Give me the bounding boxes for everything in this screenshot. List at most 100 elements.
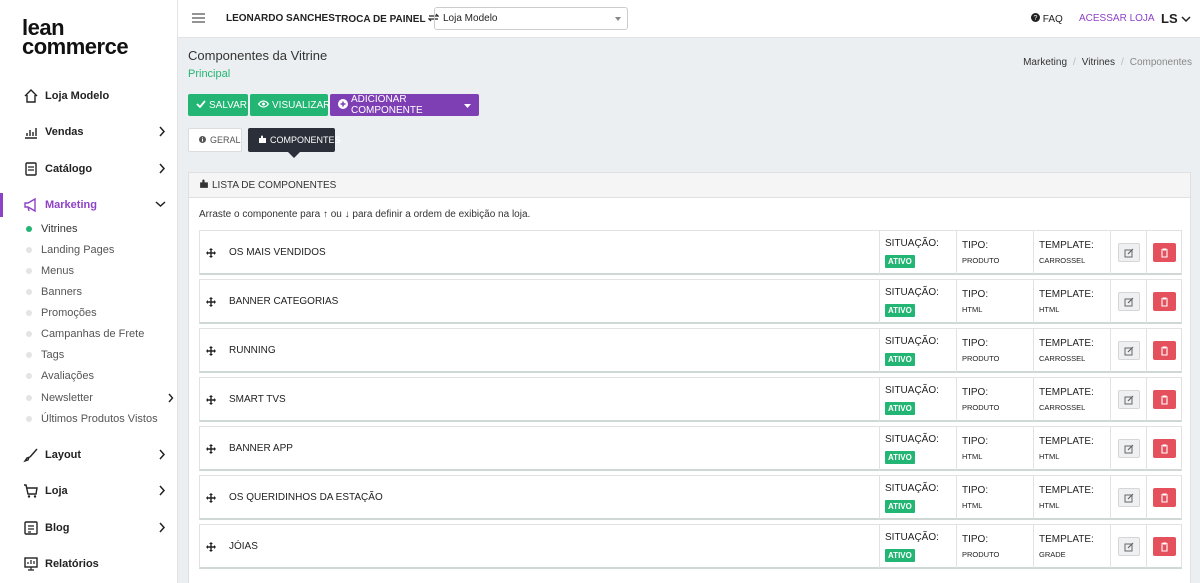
chevron-down-icon — [155, 199, 166, 211]
bullet-icon — [26, 352, 32, 358]
edit-button[interactable] — [1118, 341, 1140, 360]
panel-header: LISTA DE COMPONENTES — [189, 173, 1190, 198]
status-label: SITUAÇÃO: — [885, 532, 939, 543]
sidebar-subitem-menus[interactable]: Menus — [26, 262, 176, 280]
sidebar-item-catalogo[interactable]: Catálogo — [0, 155, 178, 183]
delete-button[interactable] — [1153, 439, 1176, 458]
access-store-link[interactable]: ACESSAR LOJA — [1079, 13, 1155, 24]
sidebar-item-blog[interactable]: Blog — [0, 514, 178, 542]
breadcrumb-marketing[interactable]: Marketing — [1023, 57, 1067, 68]
sidebar-item-loja[interactable]: Loja — [0, 477, 178, 505]
template-cell: TEMPLATE: CARROSSEL — [1033, 378, 1110, 421]
type-cell: TIPO: HTML — [956, 280, 1033, 323]
component-row[interactable]: OS QUERIDINHOS DA ESTAÇÃO SITUAÇÃO: ATIVO T… — [199, 475, 1182, 520]
sidebar-subitem-newsletter[interactable]: Newsletter — [26, 389, 176, 407]
component-row[interactable]: OS MAIS VENDIDOS SITUAÇÃO: ATIVO TIPO: PRODU… — [199, 230, 1182, 275]
template-value: GRADE — [1039, 550, 1066, 559]
svg-text:?: ? — [1034, 15, 1038, 22]
type-label: TIPO: — [962, 436, 989, 447]
template-cell: TEMPLATE: HTML — [1033, 280, 1110, 323]
template-cell: TEMPLATE: GRADE — [1033, 525, 1110, 568]
type-value: HTML — [962, 305, 983, 314]
move-handle-icon[interactable] — [200, 329, 222, 372]
sidebar-item-layout[interactable]: Layout — [0, 441, 178, 469]
edit-button[interactable] — [1118, 390, 1140, 409]
panel-hint: Arraste o componente para ↑ ou ↓ para de… — [199, 209, 531, 220]
sidebar-item-relatorios[interactable]: Relatórios — [0, 550, 178, 578]
chevron-right-icon — [168, 393, 174, 406]
component-row[interactable]: JÓIAS SITUAÇÃO: ATIVO TIPO: PRODUTO TEMPLATE:… — [199, 524, 1182, 569]
component-row[interactable]: RUNNING SITUAÇÃO: ATIVO TIPO: PRODUTO TEMPLAT… — [199, 328, 1182, 373]
puzzle-icon — [199, 179, 209, 192]
delete-button[interactable] — [1153, 243, 1176, 262]
sidebar-subitem-promocoes[interactable]: Promoções — [26, 304, 176, 322]
type-label: TIPO: — [962, 387, 989, 398]
template-label: TEMPLATE: — [1039, 387, 1094, 398]
delete-cell — [1146, 280, 1183, 323]
sidebar-item-vendas[interactable]: Vendas — [0, 118, 178, 146]
edit-button[interactable] — [1118, 439, 1140, 458]
add-component-button[interactable]: ADICIONAR COMPONENTE — [330, 94, 479, 116]
move-handle-icon[interactable] — [200, 427, 222, 470]
sidebar-subitem-campanhas-de-frete[interactable]: Campanhas de Frete — [26, 325, 176, 343]
type-label: TIPO: — [962, 485, 989, 496]
delete-button[interactable] — [1153, 341, 1176, 360]
sidebar-subitem-landing-pages[interactable]: Landing Pages — [26, 241, 176, 259]
view-button[interactable]: VISUALIZAR — [250, 94, 330, 116]
sidebar-item-loja-modelo[interactable]: Loja Modelo — [0, 82, 178, 110]
info-icon — [199, 135, 206, 145]
megaphone-icon — [22, 197, 39, 214]
delete-button[interactable] — [1153, 488, 1176, 507]
type-cell: TIPO: PRODUTO — [956, 525, 1033, 568]
move-handle-icon[interactable] — [200, 231, 222, 274]
delete-button[interactable] — [1153, 292, 1176, 311]
page-subtitle: Principal — [188, 68, 231, 80]
sidebar-item-marketing[interactable]: Marketing — [0, 191, 178, 219]
tab-componentes[interactable]: COMPONENTES — [248, 128, 341, 158]
move-handle-icon[interactable] — [200, 378, 222, 421]
brand-logo[interactable]: lean commerce — [22, 17, 129, 58]
component-name: BANNER APP — [229, 443, 293, 454]
switch-panel-button[interactable]: TROCA DE PAINEL — [335, 13, 440, 25]
edit-button[interactable] — [1118, 243, 1140, 262]
status-label: SITUAÇÃO: — [885, 385, 939, 396]
move-handle-icon[interactable] — [200, 280, 222, 323]
breadcrumb-vitrines[interactable]: Vitrines — [1082, 57, 1115, 68]
puzzle-icon — [258, 135, 267, 146]
plus-circle-icon — [338, 98, 348, 112]
user-name[interactable]: LEONARDO SANCHES — [226, 13, 335, 24]
store-select[interactable]: Loja Modelo — [434, 7, 628, 30]
save-button[interactable]: SALVAR — [188, 94, 248, 116]
sidebar-subitem-ultimos-produtos-vistos[interactable]: Últimos Produtos Vistos — [26, 410, 176, 428]
component-row[interactable]: SMART TVS SITUAÇÃO: ATIVO TIPO: PRODUTO TEMPL… — [199, 377, 1182, 422]
type-cell: TIPO: HTML — [956, 427, 1033, 470]
tab-geral[interactable]: GERAL — [188, 128, 242, 152]
component-row[interactable]: BANNER CATEGORIAS SITUAÇÃO: ATIVO TIPO: HTML… — [199, 279, 1182, 324]
edit-button[interactable] — [1118, 292, 1140, 311]
status-badge: ATIVO — [885, 353, 915, 366]
edit-button[interactable] — [1118, 488, 1140, 507]
move-handle-icon[interactable] — [200, 476, 222, 519]
status-cell: SITUAÇÃO: ATIVO — [879, 476, 956, 519]
template-value: CARROSSEL — [1039, 403, 1086, 412]
status-cell: SITUAÇÃO: ATIVO — [879, 280, 956, 323]
sidebar-subitem-tags[interactable]: Tags — [26, 346, 176, 364]
template-value: HTML — [1039, 452, 1060, 461]
user-avatar-menu[interactable]: LS — [1161, 11, 1191, 26]
sidebar-subitem-banners[interactable]: Banners — [26, 283, 176, 301]
sidebar-subitem-vitrines[interactable]: Vitrines — [26, 220, 176, 238]
delete-button[interactable] — [1153, 537, 1176, 556]
hamburger-menu-icon[interactable] — [192, 12, 205, 27]
move-handle-icon[interactable] — [200, 525, 222, 568]
delete-cell — [1146, 329, 1183, 372]
template-value: HTML — [1039, 501, 1060, 510]
faq-link[interactable]: ? FAQ — [1031, 13, 1063, 25]
sidebar-subitem-avaliacoes[interactable]: Avaliações — [26, 367, 176, 385]
component-row[interactable]: BANNER APP SITUAÇÃO: ATIVO TIPO: HTML TEMPLAT… — [199, 426, 1182, 471]
delete-cell — [1146, 427, 1183, 470]
template-value: HTML — [1039, 305, 1060, 314]
edit-button[interactable] — [1118, 537, 1140, 556]
delete-cell — [1146, 476, 1183, 519]
delete-button[interactable] — [1153, 390, 1176, 409]
chevron-down-icon — [1181, 11, 1191, 26]
